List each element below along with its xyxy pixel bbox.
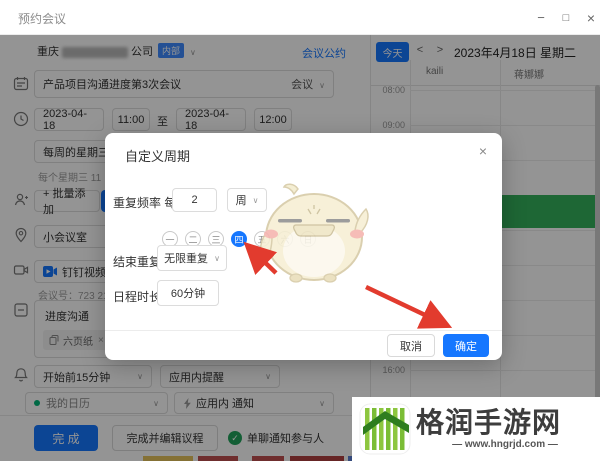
cancel-button[interactable]: 取消: [387, 334, 435, 357]
weekday-circle-6[interactable]: 六: [277, 231, 293, 247]
grjd-logo: [359, 403, 411, 455]
frequency-label: 重复频率 每: [113, 196, 177, 210]
weekday-circle-7[interactable]: 日: [300, 231, 316, 247]
titlebar: 预约会议 − □ ×: [0, 0, 600, 35]
weekday-circle-5[interactable]: 五: [254, 231, 270, 247]
chevron-down-icon: ∨: [252, 195, 259, 205]
dialog-close-icon[interactable]: ×: [473, 141, 493, 161]
dialog-title: 自定义周期: [125, 149, 191, 164]
frequency-unit-select[interactable]: 周 ∨: [227, 188, 267, 212]
frequency-value-input[interactable]: 2: [172, 188, 217, 212]
watermark-site-url: — www.hngrjd.com —: [452, 439, 558, 450]
chevron-down-icon: ∨: [214, 253, 220, 263]
watermark-banner: 格润手游网 — www.hngrjd.com —: [352, 397, 600, 461]
close-button[interactable]: ×: [581, 8, 600, 28]
maximize-button[interactable]: □: [556, 8, 576, 28]
end-repeat-label: 结束重复: [113, 255, 162, 269]
duration-input[interactable]: 60分钟: [157, 280, 219, 306]
content-area: 重庆 公司 内部 ∨ 会议公约 产品项目沟通进度第3次会议 会议 ∨ 2023-04-1…: [0, 35, 600, 461]
window-title: 预约会议: [18, 12, 67, 26]
watermark-site-name: 格润手游网: [416, 407, 562, 438]
confirm-button[interactable]: 确定: [443, 334, 489, 357]
dialog-footer-divider: [105, 330, 502, 331]
weekday-circle-4[interactable]: 四: [231, 231, 247, 247]
schedule-meeting-window: 预约会议 − □ × 重庆 公司 内部 ∨ 会议公约 产品项目沟通进度第3次会议 会议…: [0, 0, 600, 461]
minimize-button[interactable]: −: [531, 8, 551, 28]
duration-label: 日程时长: [113, 290, 162, 304]
custom-recurrence-dialog: 自定义周期 × 重复频率 每 2 周 ∨ 一二三四五六日 结束重复 无限重复 ∨ 日…: [105, 133, 502, 360]
end-repeat-select[interactable]: 无限重复 ∨: [157, 245, 227, 271]
